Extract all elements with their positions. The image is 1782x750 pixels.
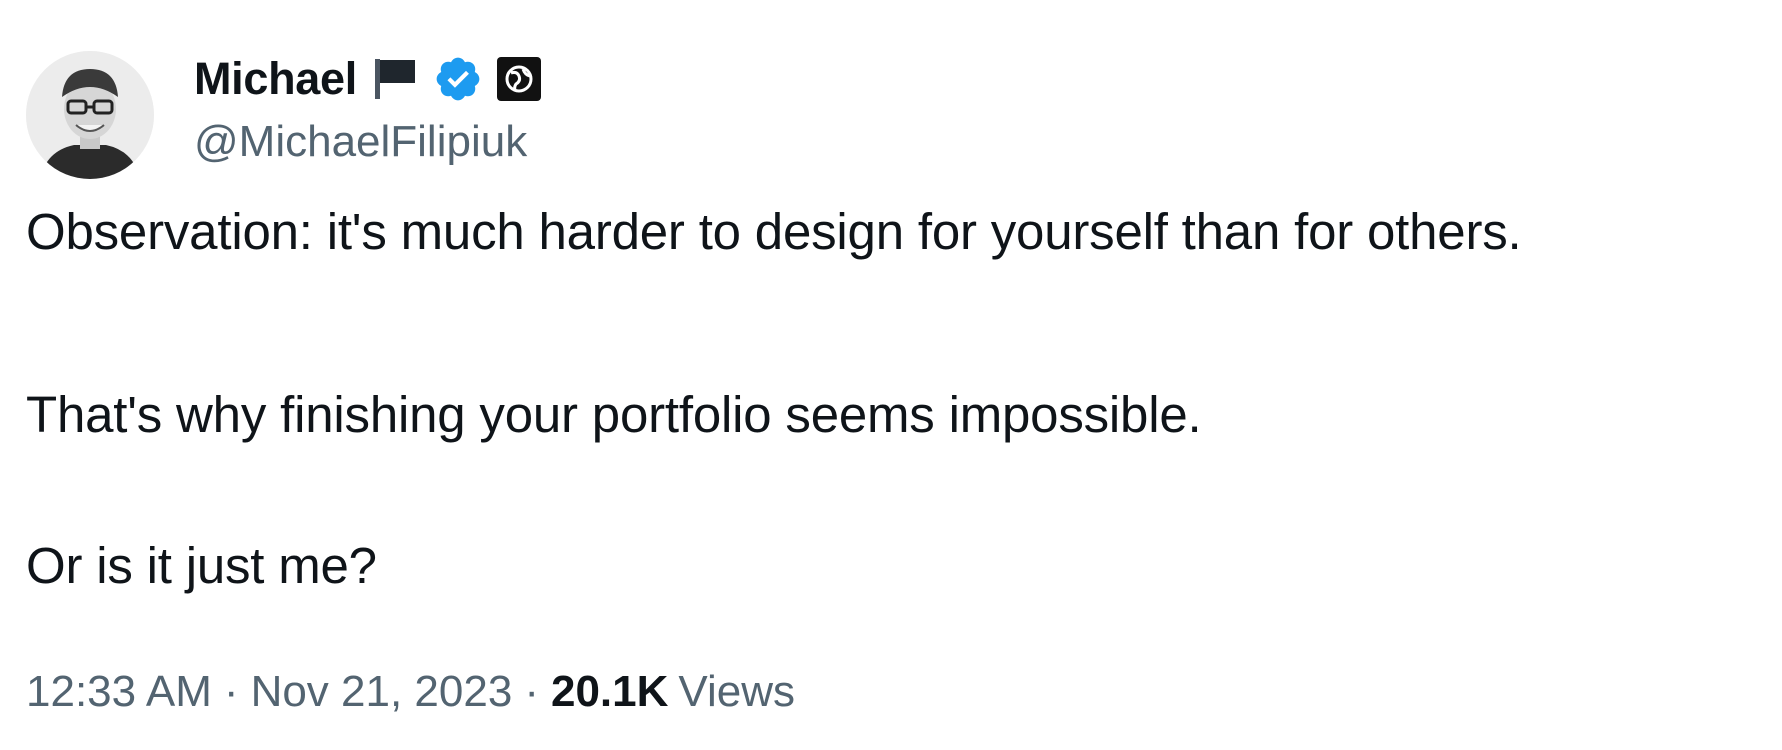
flag-icon — [371, 57, 419, 101]
tweet-time[interactable]: 12:33 AM — [26, 662, 212, 722]
tweet-card: Michael @MichaelFilipiuk Observation: it… — [0, 0, 1782, 750]
meta-separator: · — [223, 667, 239, 716]
tweet-paragraph-3: Or is it just me? — [26, 537, 377, 594]
tweet-paragraph-2: That's why finishing your portfolio seem… — [26, 386, 1202, 443]
tweet-paragraph-1: Observation: it's much harder to design … — [26, 203, 1522, 260]
views-count[interactable]: 20.1K — [551, 662, 668, 722]
views-label: Views — [678, 667, 795, 716]
author-name-row: Michael — [194, 48, 541, 110]
tweet-meta: 12:33 AM · Nov 21, 2023 · 20.1K Views — [26, 662, 795, 722]
affiliate-globe-icon[interactable] — [496, 57, 541, 101]
verified-badge-icon[interactable] — [433, 54, 483, 104]
author-handle[interactable]: @MichaelFilipiuk — [194, 112, 527, 172]
meta-separator: · — [524, 667, 539, 716]
tweet-date[interactable]: Nov 21, 2023 — [251, 662, 513, 722]
author-display-name[interactable]: Michael — [194, 48, 357, 110]
avatar[interactable] — [26, 51, 154, 179]
person-photo-icon — [26, 51, 154, 179]
